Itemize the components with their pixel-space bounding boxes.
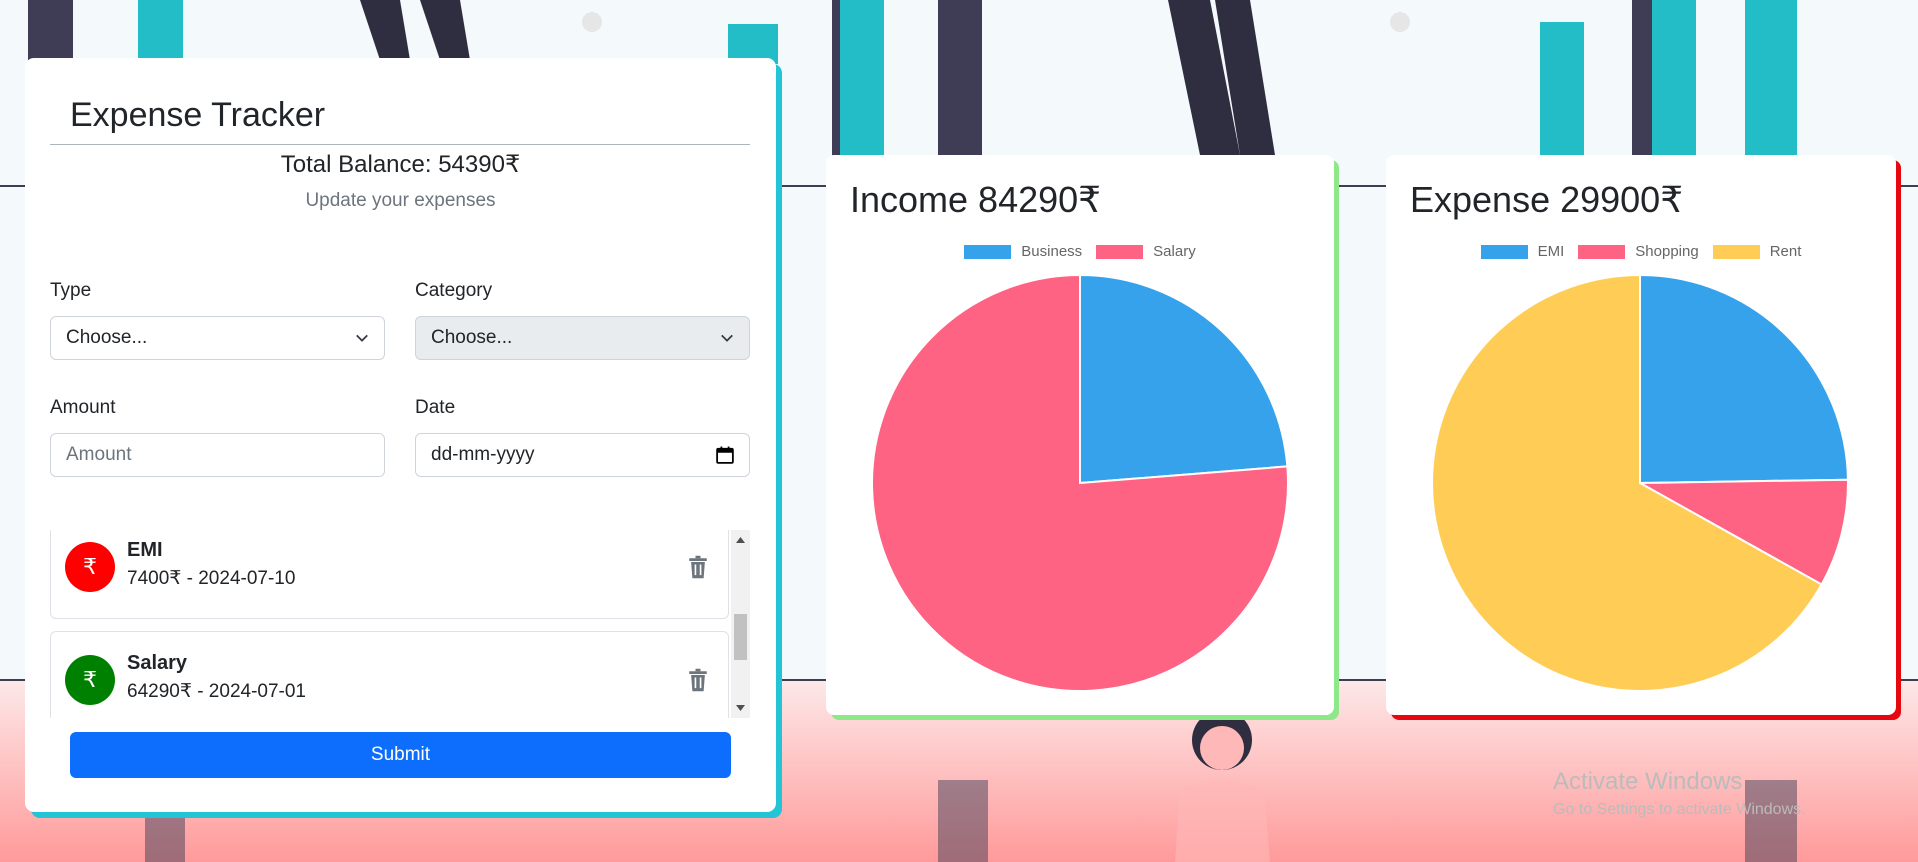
income-chart-card: Income 84290₹ Business Salary <box>826 155 1334 715</box>
submit-button[interactable]: Submit <box>70 732 731 778</box>
title-divider <box>50 144 750 145</box>
list-item: ₹ EMI 7400₹ - 2024-07-10 <box>50 530 729 619</box>
rupee-icon: ₹ <box>65 542 115 592</box>
trash-icon[interactable] <box>688 555 708 579</box>
scroll-down-arrow-icon[interactable] <box>735 704 746 712</box>
type-label: Type <box>50 280 92 301</box>
activate-windows-subtitle: Go to Settings to activate Windows. <box>1553 801 1806 818</box>
total-balance: Total Balance: 54390₹ <box>280 151 521 178</box>
expense-pie-chart[interactable] <box>1386 155 1896 715</box>
transaction-detail: 7400₹ - 2024-07-10 <box>127 568 296 589</box>
date-input[interactable]: dd-mm-yyyy <box>415 433 750 477</box>
page-title: Expense Tracker <box>70 96 326 134</box>
list-item: ₹ Salary 64290₹ - 2024-07-01 <box>50 631 729 718</box>
activate-windows-title: Activate Windows <box>1553 768 1743 795</box>
pie-slice-business[interactable] <box>1079 273 1289 485</box>
income-pie-chart[interactable] <box>826 155 1334 715</box>
list-scrollbar[interactable] <box>731 530 750 718</box>
amount-input[interactable]: Amount <box>50 433 385 477</box>
scroll-up-arrow-icon[interactable] <box>735 536 746 544</box>
amount-placeholder: Amount <box>66 444 132 465</box>
scroll-thumb[interactable] <box>734 614 747 660</box>
transaction-name: Salary <box>127 652 188 674</box>
type-select-value: Choose... <box>66 327 148 348</box>
expense-chart-card: Expense 29900₹ EMI Shopping Rent <box>1386 155 1896 715</box>
transaction-detail: 64290₹ - 2024-07-01 <box>127 681 306 702</box>
type-select[interactable]: Choose... <box>50 316 385 360</box>
pie-slice-emi[interactable] <box>1639 273 1849 485</box>
date-placeholder: dd-mm-yyyy <box>431 444 535 465</box>
transaction-name: EMI <box>127 539 163 561</box>
category-select-value: Choose... <box>431 327 513 348</box>
rupee-icon: ₹ <box>65 655 115 705</box>
calendar-icon[interactable] <box>716 446 734 464</box>
form-subtitle: Update your expenses <box>305 190 496 211</box>
amount-label: Amount <box>50 397 116 418</box>
transaction-list[interactable]: ₹ EMI 7400₹ - 2024-07-10 ₹ Salary 64290₹… <box>50 530 750 718</box>
chevron-down-icon <box>721 334 733 342</box>
trash-icon[interactable] <box>688 668 708 692</box>
expense-form-card: Expense Tracker Total Balance: 54390₹ Up… <box>25 58 776 812</box>
chevron-down-icon <box>356 334 368 342</box>
date-label: Date <box>415 397 456 418</box>
category-label: Category <box>415 280 493 301</box>
category-select[interactable]: Choose... <box>415 316 750 360</box>
